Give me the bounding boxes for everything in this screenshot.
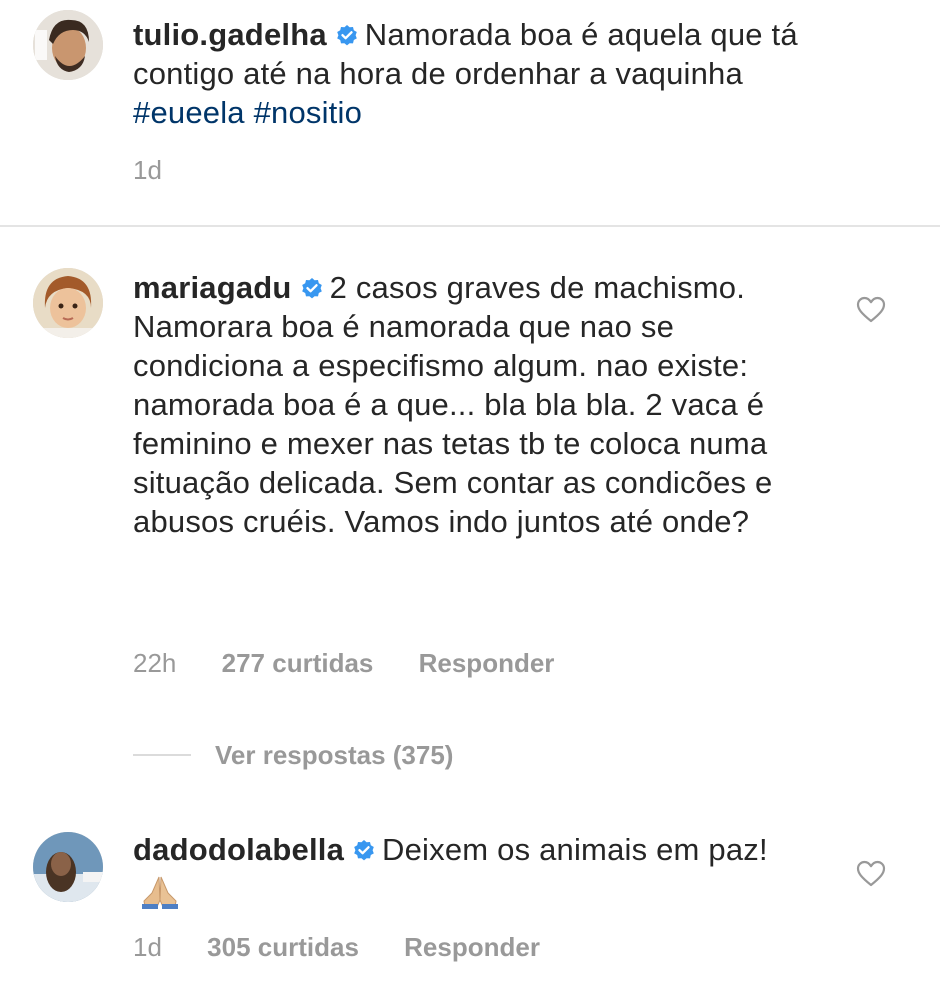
username-dadodolabella[interactable]: dadodolabella [133,832,344,867]
username-mariagadu[interactable]: mariagadu [133,270,292,305]
username-tulio[interactable]: tulio.gadelha [133,17,327,52]
hashtag-nositio[interactable]: #nositio [254,95,362,130]
view-replies-button[interactable]: Ver respostas (375) [133,738,453,772]
folded-hands-icon [139,873,181,909]
comment-dadodolabella-body: Deixem os animais em paz! [382,832,768,867]
comment-time: 1d [133,155,162,185]
view-replies-label: Ver respostas (375) [215,739,454,770]
comment-dadodolabella-meta: 1d 305 curtidas Responder [133,932,578,962]
reply-button[interactable]: Responder [404,932,540,962]
reply-button[interactable]: Responder [419,648,555,678]
comment-mariagadu-text: mariagadu 2 casos graves de machismo. Nam… [133,268,773,541]
avatar-tulio[interactable] [33,10,103,80]
verified-badge-icon [352,839,376,863]
comment-tulio-meta: 1d [133,155,200,185]
comment-mariagadu-meta: 22h 277 curtidas Responder [133,648,592,678]
comment-mariagadu-body: 2 casos graves de machismo. Namorara boa… [133,270,773,539]
comment-dadodolabella-text: dadodolabella Deixem os animais em paz! [133,830,793,909]
hashtag-eueela[interactable]: #eueela [133,95,245,130]
likes-count-button[interactable]: 305 curtidas [207,932,359,962]
heart-icon[interactable] [856,860,886,888]
avatar-dadodolabella[interactable] [33,832,103,902]
verified-badge-icon [335,24,359,48]
verified-badge-icon [300,277,324,301]
replies-divider-line [133,754,191,756]
avatar-dadodolabella-image [33,832,103,902]
comment-time: 22h [133,648,177,678]
avatar-tulio-image [33,10,103,80]
avatar-mariagadu-image [33,268,103,338]
caption-divider [0,225,940,227]
comment-tulio-text: tulio.gadelha Namorada boa é aquela que t… [133,15,833,132]
likes-count-button[interactable]: 277 curtidas [222,648,374,678]
comments-page: tulio.gadelha Namorada boa é aquela que t… [0,0,940,1003]
avatar-mariagadu[interactable] [33,268,103,338]
comment-time: 1d [133,932,162,962]
heart-icon[interactable] [856,296,886,324]
